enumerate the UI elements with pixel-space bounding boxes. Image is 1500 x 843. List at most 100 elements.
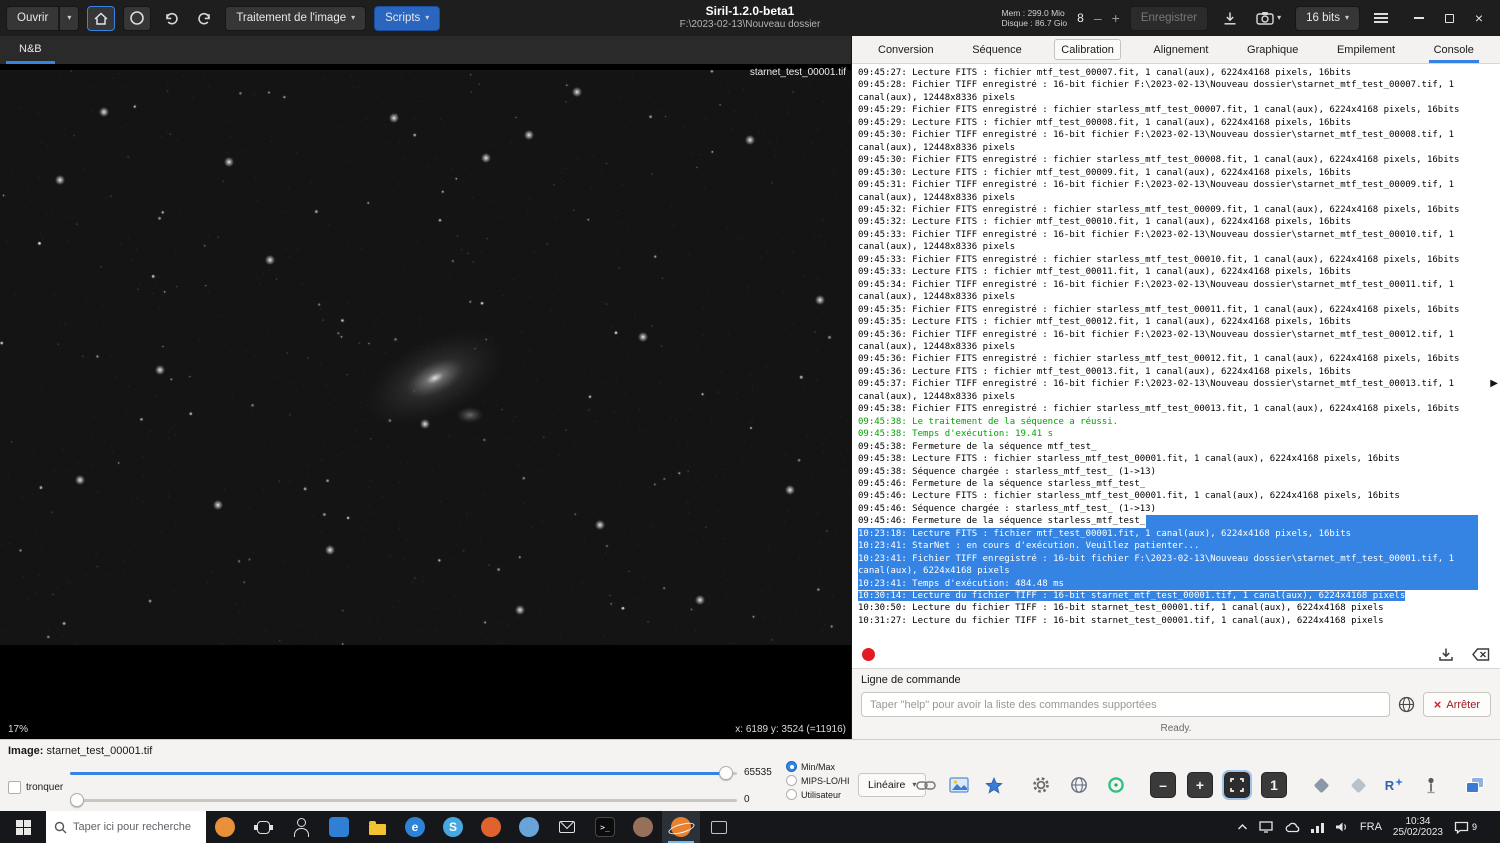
taskbar-app-people[interactable] <box>282 811 320 843</box>
annotations-button[interactable] <box>1066 772 1092 798</box>
taskbar-app-terminal[interactable]: >_ <box>586 811 624 843</box>
radio-minmax[interactable]: Min/Max <box>786 761 850 772</box>
console-log-line[interactable]: 09:45:27: Lecture FITS : fichier mtf_tes… <box>858 67 1478 79</box>
radio-mips-lo-hi[interactable]: MIPS-LO/HI <box>786 775 850 786</box>
console-log-line[interactable]: 09:45:32: Fichier FITS enregistré : fich… <box>858 204 1478 216</box>
console-log-line[interactable]: 09:45:28: Fichier TIFF enregistré : 16-b… <box>858 79 1478 104</box>
zoom-in-button[interactable]: + <box>1187 772 1213 798</box>
console-log-line[interactable]: 09:45:35: Lecture FITS : fichier mtf_tes… <box>858 316 1478 328</box>
low-level-slider[interactable] <box>70 793 737 807</box>
open-dropdown-button[interactable]: ▾ <box>59 6 79 31</box>
console-log-line[interactable]: 09:45:32: Lecture FITS : fichier mtf_tes… <box>858 216 1478 228</box>
console-log-line[interactable]: 09:45:36: Fichier TIFF enregistré : 16-b… <box>858 329 1478 354</box>
channel-link-button[interactable] <box>913 772 939 798</box>
mono-view-button[interactable] <box>123 6 151 31</box>
display-tray-button[interactable] <box>1259 821 1273 833</box>
console-log-line[interactable]: 09:45:46: Fermeture de la séquence starl… <box>858 515 1478 527</box>
save-as-button[interactable] <box>1218 5 1242 31</box>
search-input[interactable] <box>73 821 191 833</box>
tab-empilement[interactable]: Empilement <box>1331 36 1401 63</box>
taskbar-app-firefox-browser[interactable] <box>472 811 510 843</box>
astro-image[interactable] <box>0 70 851 645</box>
tab-séquence[interactable]: Séquence <box>966 36 1028 63</box>
console-log-line[interactable]: 09:45:30: Fichier TIFF enregistré : 16-b… <box>858 129 1478 154</box>
language-indicator[interactable]: FRA <box>1360 821 1382 833</box>
tab-nb[interactable]: N&B <box>6 36 55 64</box>
taskbar-app-siril[interactable] <box>662 811 700 843</box>
console-log-line[interactable]: 09:45:33: Lecture FITS : fichier mtf_tes… <box>858 266 1478 278</box>
console-log-line[interactable]: 09:45:38: Le traitement de la séquence a… <box>858 416 1478 428</box>
zoom-out-button[interactable]: – <box>1150 772 1176 798</box>
tab-console[interactable]: Console <box>1428 36 1480 63</box>
taskbar-app-file-explorer[interactable] <box>358 811 396 843</box>
command-input[interactable] <box>861 692 1390 717</box>
redo-button[interactable] <box>192 5 217 31</box>
taskbar-app-secondary-window[interactable] <box>700 811 738 843</box>
r-tool-button[interactable]: R <box>1381 772 1407 798</box>
high-level-slider[interactable] <box>70 766 737 780</box>
export-log-button[interactable] <box>1438 647 1454 662</box>
action-center-button[interactable]: 9 <box>1454 821 1477 834</box>
clear-console-button[interactable] <box>1472 648 1490 661</box>
console-log-line[interactable]: 09:45:35: Fichier FITS enregistré : fich… <box>858 304 1478 316</box>
console-log-line[interactable]: 09:45:38: Séquence chargée : starless_mt… <box>858 466 1478 478</box>
tab-graphique[interactable]: Graphique <box>1241 36 1304 63</box>
bit-depth-select[interactable]: 16 bits ▾ <box>1295 6 1360 31</box>
console-log-line[interactable]: 09:45:37: Fichier TIFF enregistré : 16-b… <box>858 378 1478 403</box>
console-log-line[interactable]: 09:45:46: Fermeture de la séquence starl… <box>858 478 1478 490</box>
zoom-fit-button[interactable] <box>1224 772 1250 798</box>
console-log-line[interactable]: 09:45:33: Fichier FITS enregistré : fich… <box>858 254 1478 266</box>
console-output[interactable]: 09:45:27: Lecture FITS : fichier mtf_tes… <box>852 64 1500 641</box>
star-finder-button[interactable] <box>981 772 1007 798</box>
taskbar-search[interactable] <box>46 811 206 843</box>
tab-calibration[interactable]: Calibration <box>1054 39 1121 60</box>
console-log-line[interactable]: 09:45:29: Fichier FITS enregistré : fich… <box>858 104 1478 116</box>
console-log-line[interactable]: 09:45:38: Lecture FITS : fichier starles… <box>858 453 1478 465</box>
console-log-line[interactable]: 10:23:41: Temps d'exécution: 484.48 ms <box>858 578 1478 590</box>
console-log-line[interactable]: 09:45:29: Lecture FITS : fichier mtf_tes… <box>858 117 1478 129</box>
zoom-out-control[interactable]: – <box>1094 10 1102 26</box>
taskbar-app-edge-browser[interactable]: e <box>396 811 434 843</box>
gear-tool-button[interactable] <box>1028 772 1054 798</box>
photometry-button[interactable] <box>1103 772 1129 798</box>
aberration-inspector-button[interactable] <box>1308 772 1334 798</box>
clock[interactable]: 10:34 25/02/2023 <box>1393 816 1443 839</box>
truncate-checkbox[interactable]: tronquer <box>8 781 63 794</box>
console-log-line[interactable]: 09:45:46: Lecture FITS : fichier starles… <box>858 490 1478 502</box>
taskbar-app-microsoft-store[interactable] <box>320 811 358 843</box>
console-log-line[interactable]: 09:45:38: Temps d'exécution: 19.41 s <box>858 428 1478 440</box>
undo-button[interactable] <box>159 5 184 31</box>
preview-mode-button[interactable] <box>946 772 972 798</box>
taskbar-app-mail[interactable] <box>548 811 586 843</box>
console-log-line[interactable]: 09:45:31: Fichier TIFF enregistré : 16-b… <box>858 179 1478 204</box>
zoom-one-button[interactable]: 1 <box>1261 772 1287 798</box>
hidden-icons-button[interactable] <box>1237 823 1248 831</box>
start-button[interactable] <box>0 811 46 843</box>
zoom-in-control[interactable]: + <box>1112 10 1120 26</box>
tilt-inspector-button[interactable] <box>1345 772 1371 798</box>
console-log-line[interactable]: 09:45:46: Séquence chargée : starless_mt… <box>858 503 1478 515</box>
taskbar-app-skype[interactable]: S <box>434 811 472 843</box>
console-log-line[interactable]: 09:45:34: Fichier TIFF enregistré : 16-b… <box>858 279 1478 304</box>
console-log-line[interactable]: 09:45:33: Fichier TIFF enregistré : 16-b… <box>858 229 1478 254</box>
taskbar-app-gimp[interactable] <box>624 811 662 843</box>
volume-button[interactable] <box>1335 821 1349 833</box>
network-button[interactable] <box>1311 822 1324 833</box>
online-help-button[interactable] <box>1398 696 1415 713</box>
console-log-line[interactable]: 09:45:30: Lecture FITS : fichier mtf_tes… <box>858 167 1478 179</box>
taskbar-app-weather-widget[interactable] <box>206 811 244 843</box>
scripts-menu[interactable]: Scripts ▾ <box>374 6 440 31</box>
console-log-line[interactable]: 10:23:41: StarNet : en cours d'exécution… <box>858 540 1478 552</box>
image-stack-button[interactable] <box>1462 772 1488 798</box>
console-log-line[interactable]: 09:45:36: Lecture FITS : fichier mtf_tes… <box>858 366 1478 378</box>
radio-user[interactable]: Utilisateur <box>786 789 850 800</box>
console-log-line[interactable]: 09:45:38: Fichier FITS enregistré : fich… <box>858 403 1478 415</box>
stop-button[interactable]: × Arrêter <box>1423 692 1491 717</box>
tab-alignement[interactable]: Alignement <box>1147 36 1214 63</box>
console-log-line[interactable]: 09:45:38: Fermeture de la séquence mtf_t… <box>858 441 1478 453</box>
console-log-line[interactable]: 10:30:50: Lecture du fichier TIFF : 16-b… <box>858 602 1478 614</box>
record-button[interactable] <box>862 648 875 661</box>
pane-expander[interactable]: ▶ <box>1490 378 1498 389</box>
save-button[interactable]: Enregistrer <box>1130 6 1208 31</box>
taskbar-app-task-view[interactable] <box>244 811 282 843</box>
